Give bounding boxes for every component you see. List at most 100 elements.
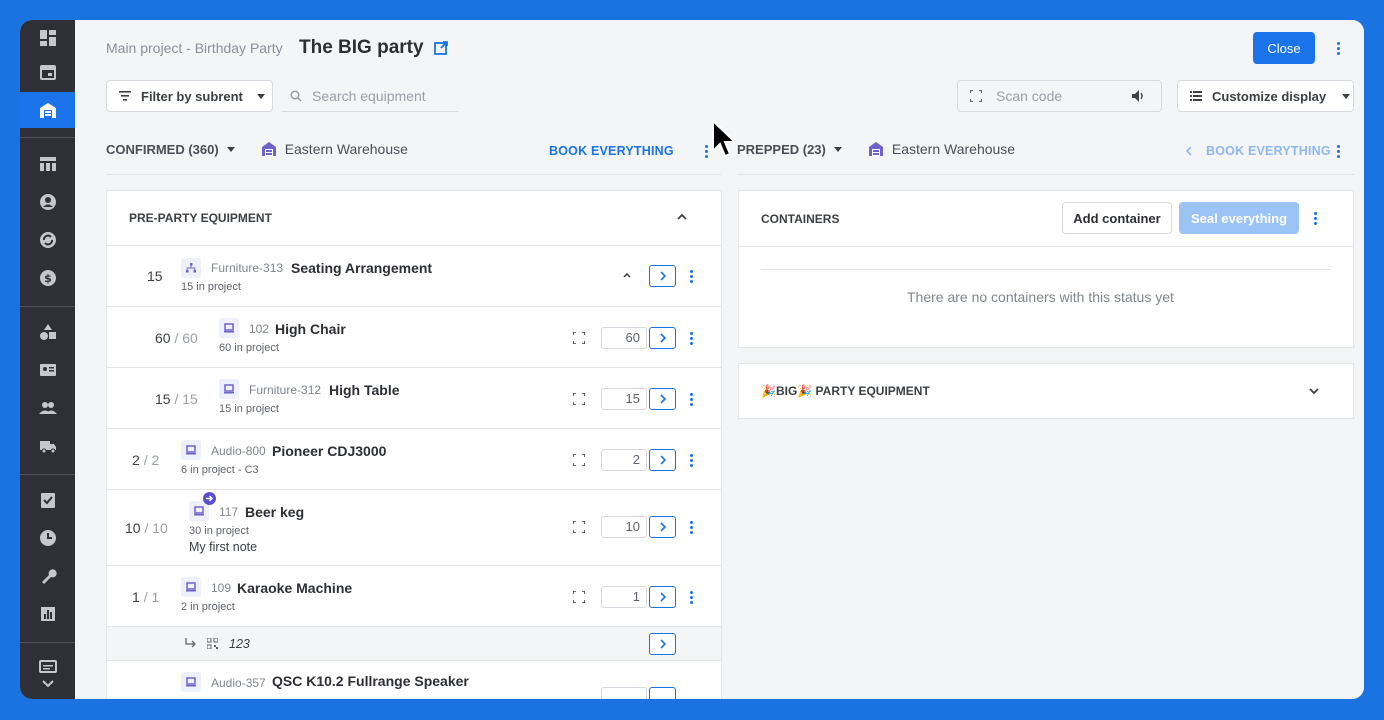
chevron-up-icon[interactable]	[623, 272, 631, 278]
move-item-button[interactable]	[649, 687, 676, 699]
caret-down-icon[interactable]	[226, 146, 235, 152]
customize-display-button[interactable]: Customize display	[1177, 80, 1354, 112]
right-more-options-icon[interactable]	[1331, 144, 1345, 158]
add-container-button[interactable]: Add container	[1062, 202, 1172, 234]
sidebar-item-sync[interactable]	[20, 222, 75, 258]
status-confirmed-dropdown[interactable]: CONFIRMED (360)	[106, 142, 219, 157]
group-title: PRE-PARTY EQUIPMENT	[129, 211, 272, 225]
scan-icon[interactable]	[573, 332, 585, 344]
sidebar-item-transport[interactable]	[20, 428, 75, 464]
id-card-icon	[39, 364, 56, 376]
sidebar-item-warehouse[interactable]	[20, 92, 75, 128]
item-code: 117	[219, 505, 239, 519]
sidebar-item-contacts[interactable]	[20, 184, 75, 220]
move-item-button[interactable]	[649, 265, 676, 287]
sidebar-item-finance[interactable]: $	[20, 260, 75, 296]
row-more-options-icon[interactable]	[684, 269, 698, 283]
hierarchy-icon	[186, 263, 196, 273]
row-more-options-icon[interactable]	[684, 520, 698, 534]
svg-text:$: $	[44, 272, 52, 285]
sidebar-item-time[interactable]	[20, 520, 75, 556]
quantity-input[interactable]: 10	[601, 516, 647, 538]
seal-everything-button[interactable]: Seal everything	[1179, 202, 1299, 234]
quantity-input[interactable]: 2	[601, 449, 647, 471]
pre-party-equipment-panel: PRE-PARTY EQUIPMENT 15 Furniture-313 Sea…	[106, 190, 722, 699]
sidebar-item-reports[interactable]	[20, 596, 75, 632]
item-icon	[194, 506, 204, 516]
arrow-circle-icon	[203, 492, 216, 505]
containers-more-options-icon[interactable]	[1308, 211, 1322, 225]
sidebar-item-dashboard[interactable]	[20, 20, 75, 56]
move-item-button[interactable]	[649, 586, 676, 608]
external-link-icon[interactable]	[433, 40, 449, 56]
right-book-everything-button[interactable]: BOOK EVERYTHING	[1206, 144, 1331, 158]
sidebar-item-crew[interactable]	[20, 352, 75, 388]
sidebar-divider	[20, 137, 75, 138]
item-meta: 15 in project	[219, 403, 279, 415]
row-more-options-icon[interactable]	[684, 392, 698, 406]
item-name[interactable]: High Chair	[275, 321, 346, 337]
table-row: 15 Furniture-313 Seating Arrangement 15 …	[107, 246, 721, 307]
item-meta: 2 in project	[181, 601, 235, 613]
row-more-options-icon[interactable]	[684, 331, 698, 345]
speaker-icon[interactable]	[1131, 89, 1145, 103]
search-input[interactable]: Search equipment	[282, 80, 458, 112]
group-header[interactable]: PRE-PARTY EQUIPMENT	[107, 191, 721, 246]
sidebar-item-planning[interactable]	[20, 146, 75, 182]
containers-panel: CONTAINERS Add container Seal everything…	[738, 190, 1354, 348]
book-everything-button[interactable]: BOOK EVERYTHING	[549, 144, 674, 158]
item-note: My first note	[189, 540, 258, 554]
scan-code-input[interactable]: Scan code	[957, 80, 1162, 112]
row-more-options-icon[interactable]	[684, 590, 698, 604]
close-button[interactable]: Close	[1253, 32, 1315, 64]
item-name[interactable]: Seating Arrangement	[291, 260, 432, 276]
sidebar-item-maintenance[interactable]	[20, 558, 75, 594]
breadcrumb[interactable]: Main project - Birthday Party	[106, 40, 283, 56]
item-name[interactable]: Beer keg	[245, 504, 304, 520]
move-item-button[interactable]	[649, 388, 676, 410]
quantity-input[interactable]: 15	[601, 388, 647, 410]
item-code: Furniture-312	[249, 383, 322, 397]
move-item-button[interactable]	[649, 449, 676, 471]
chevron-right-icon	[659, 394, 666, 404]
sidebar-item-users[interactable]	[20, 390, 75, 426]
app-window: $ Main project - Birthday Party The BIG …	[20, 20, 1364, 699]
sidebar-item-calendar[interactable]	[20, 54, 75, 90]
table-row: 60 / 60 102 High Chair 60 in project 60	[107, 307, 721, 368]
move-item-button[interactable]	[649, 327, 676, 349]
divider	[106, 174, 721, 175]
chevron-left-icon[interactable]	[1185, 146, 1193, 156]
item-name[interactable]: QSC K10.2 Fullrange Speaker	[272, 673, 469, 689]
item-name[interactable]: Pioneer CDJ3000	[272, 443, 386, 459]
move-item-button[interactable]	[649, 516, 676, 538]
sidebar-expand[interactable]	[20, 672, 75, 696]
more-options-icon[interactable]	[1331, 40, 1345, 56]
quantity: 10 / 10	[125, 520, 168, 536]
scan-icon[interactable]	[573, 393, 585, 405]
item-thumbnail	[219, 318, 239, 338]
sidebar-item-inventory[interactable]	[20, 314, 75, 350]
table-row: 1 / 1 109 Karaoke Machine 2 in project 1	[107, 566, 721, 627]
warehouse-selector[interactable]: Eastern Warehouse	[868, 141, 1015, 157]
group-header[interactable]: 🎉BIG🎉 PARTY EQUIPMENT	[739, 364, 1353, 418]
scan-icon[interactable]	[573, 521, 585, 533]
chevron-down-icon[interactable]	[1309, 388, 1319, 395]
quantity-input[interactable]: 60	[601, 327, 647, 349]
chevron-up-icon[interactable]	[677, 213, 687, 220]
item-code: 102	[249, 322, 270, 336]
quantity-input[interactable]	[601, 687, 647, 699]
move-item-button[interactable]	[649, 633, 676, 655]
scan-icon[interactable]	[573, 591, 585, 603]
filter-by-subrent-button[interactable]: Filter by subrent	[106, 80, 273, 112]
caret-down-icon[interactable]	[833, 146, 842, 152]
item-meta: 30 in project	[189, 525, 249, 537]
status-prepped-dropdown[interactable]: PREPPED (23)	[737, 142, 826, 157]
scan-icon[interactable]	[573, 454, 585, 466]
item-name[interactable]: Karaoke Machine	[237, 580, 352, 596]
row-more-options-icon[interactable]	[684, 453, 698, 467]
sidebar-item-tasks[interactable]	[20, 482, 75, 518]
quantity-input[interactable]: 1	[601, 586, 647, 608]
warehouse-selector[interactable]: Eastern Warehouse	[261, 141, 408, 157]
chevron-right-icon	[659, 522, 666, 532]
item-name[interactable]: High Table	[329, 382, 400, 398]
